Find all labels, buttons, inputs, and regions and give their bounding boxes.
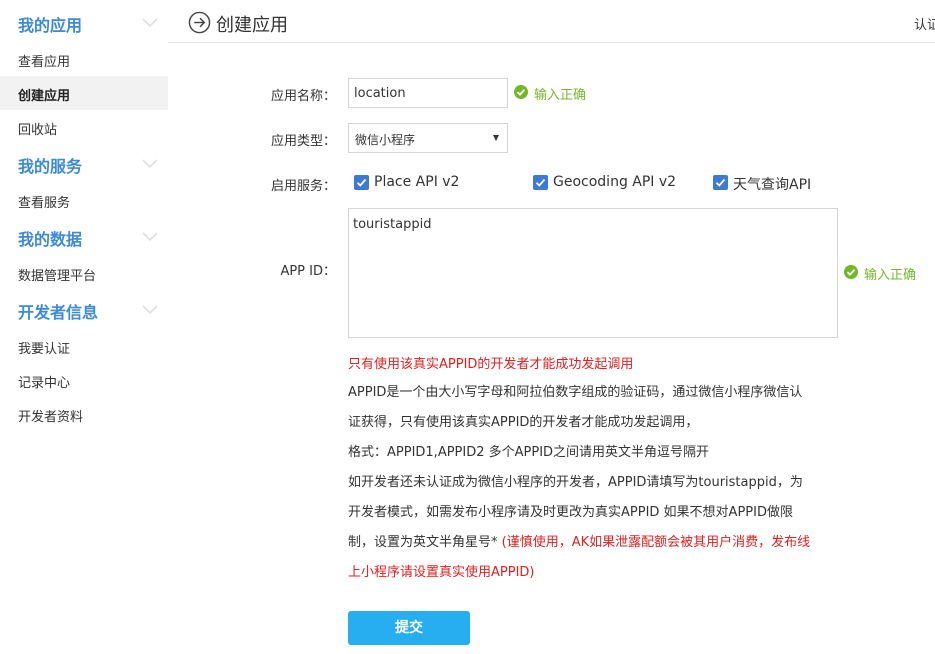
app-id-label: APP ID： [280, 264, 336, 279]
checkbox-checked-icon [533, 175, 548, 190]
app-type-label: 应用类型： [270, 134, 336, 149]
arrow-circle-right-icon[interactable] [188, 11, 211, 34]
sidebar-item-label: 记录中心 [18, 376, 71, 391]
submit-button[interactable]: 提交 [348, 611, 470, 645]
description-caution: (谨慎使用，AK如果泄露配额会被其用户消费，发布线 [501, 535, 811, 550]
status-text: 输入正确 [864, 268, 917, 283]
sidebar-item-developer-profile[interactable]: 开发者资料 [0, 397, 168, 431]
sidebar-section-title: 我的应用 [18, 16, 83, 35]
services-label: 启用服务： [270, 179, 336, 194]
app-name-input[interactable] [348, 78, 508, 108]
chevron-down-icon [142, 305, 158, 315]
checkbox-geocoding-api[interactable]: Geocoding API v2 [533, 174, 693, 192]
description-line: 如开发者还未认证成为微信小程序的开发者，APPID请填写为touristappi… [348, 475, 803, 490]
description-line: 制，设置为英文半角星号* (谨慎使用，AK如果泄露配额会被其用户消费，发布线 [348, 528, 848, 558]
app-name-label: 应用名称： [270, 89, 336, 104]
sidebar-section-my-apps[interactable]: 我的应用 [0, 6, 168, 40]
sidebar: 我的应用 查看应用 创建应用 回收站 我的服务 查看服务 我的数据 数据管理平台… [0, 0, 168, 654]
sidebar-item-label: 数据管理平台 [18, 269, 97, 284]
caret-down-icon [493, 135, 499, 141]
sidebar-item-label: 回收站 [18, 123, 58, 138]
app-type-value: 微信小程序 [355, 133, 416, 147]
checkbox-label: 天气查询API [733, 177, 812, 193]
check-circle-icon [844, 265, 858, 279]
sidebar-item-label: 查看服务 [18, 196, 71, 211]
app-id-textarea[interactable]: touristappid [348, 208, 838, 338]
checkbox-label: Place API v2 [374, 174, 460, 190]
status-text: 输入正确 [534, 88, 587, 103]
checkbox-checked-icon [713, 175, 728, 190]
chevron-down-icon [142, 159, 158, 169]
appid-description: APPID是一个由大小写字母和阿拉伯数字组成的验证码，通过微信小程序微信认 证获… [348, 378, 848, 588]
check-circle-icon [514, 85, 528, 99]
sidebar-item-create-app[interactable]: 创建应用 [0, 76, 168, 110]
description-caution: 上小程序请设置真实使用APPID) [348, 565, 535, 580]
sidebar-item-label: 创建应用 [18, 89, 71, 104]
checkbox-place-api[interactable]: Place API v2 [354, 174, 514, 192]
sidebar-item-view-apps[interactable]: 查看应用 [0, 42, 168, 76]
sidebar-item-recycle-bin[interactable]: 回收站 [0, 110, 168, 144]
sidebar-item-data-platform[interactable]: 数据管理平台 [0, 256, 168, 290]
sidebar-item-label: 开发者资料 [18, 410, 84, 425]
appid-warning: 只有使用该真实APPID的开发者才能成功发起调用 [348, 357, 634, 372]
sidebar-item-label: 查看应用 [18, 55, 71, 70]
sidebar-section-title: 开发者信息 [18, 303, 99, 322]
sidebar-item-label: 我要认证 [18, 342, 71, 357]
page-title: 创建应用 [216, 15, 288, 36]
sidebar-section-my-services[interactable]: 我的服务 [0, 147, 168, 181]
description-line: 开发者模式，如需发布小程序请及时更改为真实APPID 如果不想对APPID做限 [348, 505, 793, 520]
checkbox-label: Geocoding API v2 [553, 174, 677, 190]
checkbox-checked-icon [354, 175, 369, 190]
description-line: APPID是一个由大小写字母和阿拉伯数字组成的验证码，通过微信小程序微信认 [348, 385, 803, 400]
sidebar-section-title: 我的数据 [18, 230, 83, 249]
description-line: 格式：APPID1,APPID2 多个APPID之间请用英文半角逗号隔开 [348, 445, 710, 460]
sidebar-section-developer-info[interactable]: 开发者信息 [0, 293, 168, 327]
verify-link[interactable]: 认证 [914, 14, 935, 33]
chevron-down-icon [142, 232, 158, 242]
sidebar-item-verify[interactable]: 我要认证 [0, 329, 168, 363]
sidebar-section-title: 我的服务 [18, 157, 83, 176]
sidebar-item-view-services[interactable]: 查看服务 [0, 183, 168, 217]
sidebar-item-records[interactable]: 记录中心 [0, 363, 168, 397]
description-text: 制，设置为英文半角星号* [348, 535, 502, 550]
app-type-select[interactable]: 微信小程序 [348, 123, 508, 153]
checkbox-weather-api[interactable]: 天气查询API [713, 174, 833, 193]
page-header: 创建应用 认证 [168, 0, 935, 43]
description-line: 证获得，只有使用该真实APPID的开发者才能成功发起调用， [348, 415, 699, 430]
sidebar-section-my-data[interactable]: 我的数据 [0, 220, 168, 254]
chevron-down-icon [142, 18, 158, 28]
